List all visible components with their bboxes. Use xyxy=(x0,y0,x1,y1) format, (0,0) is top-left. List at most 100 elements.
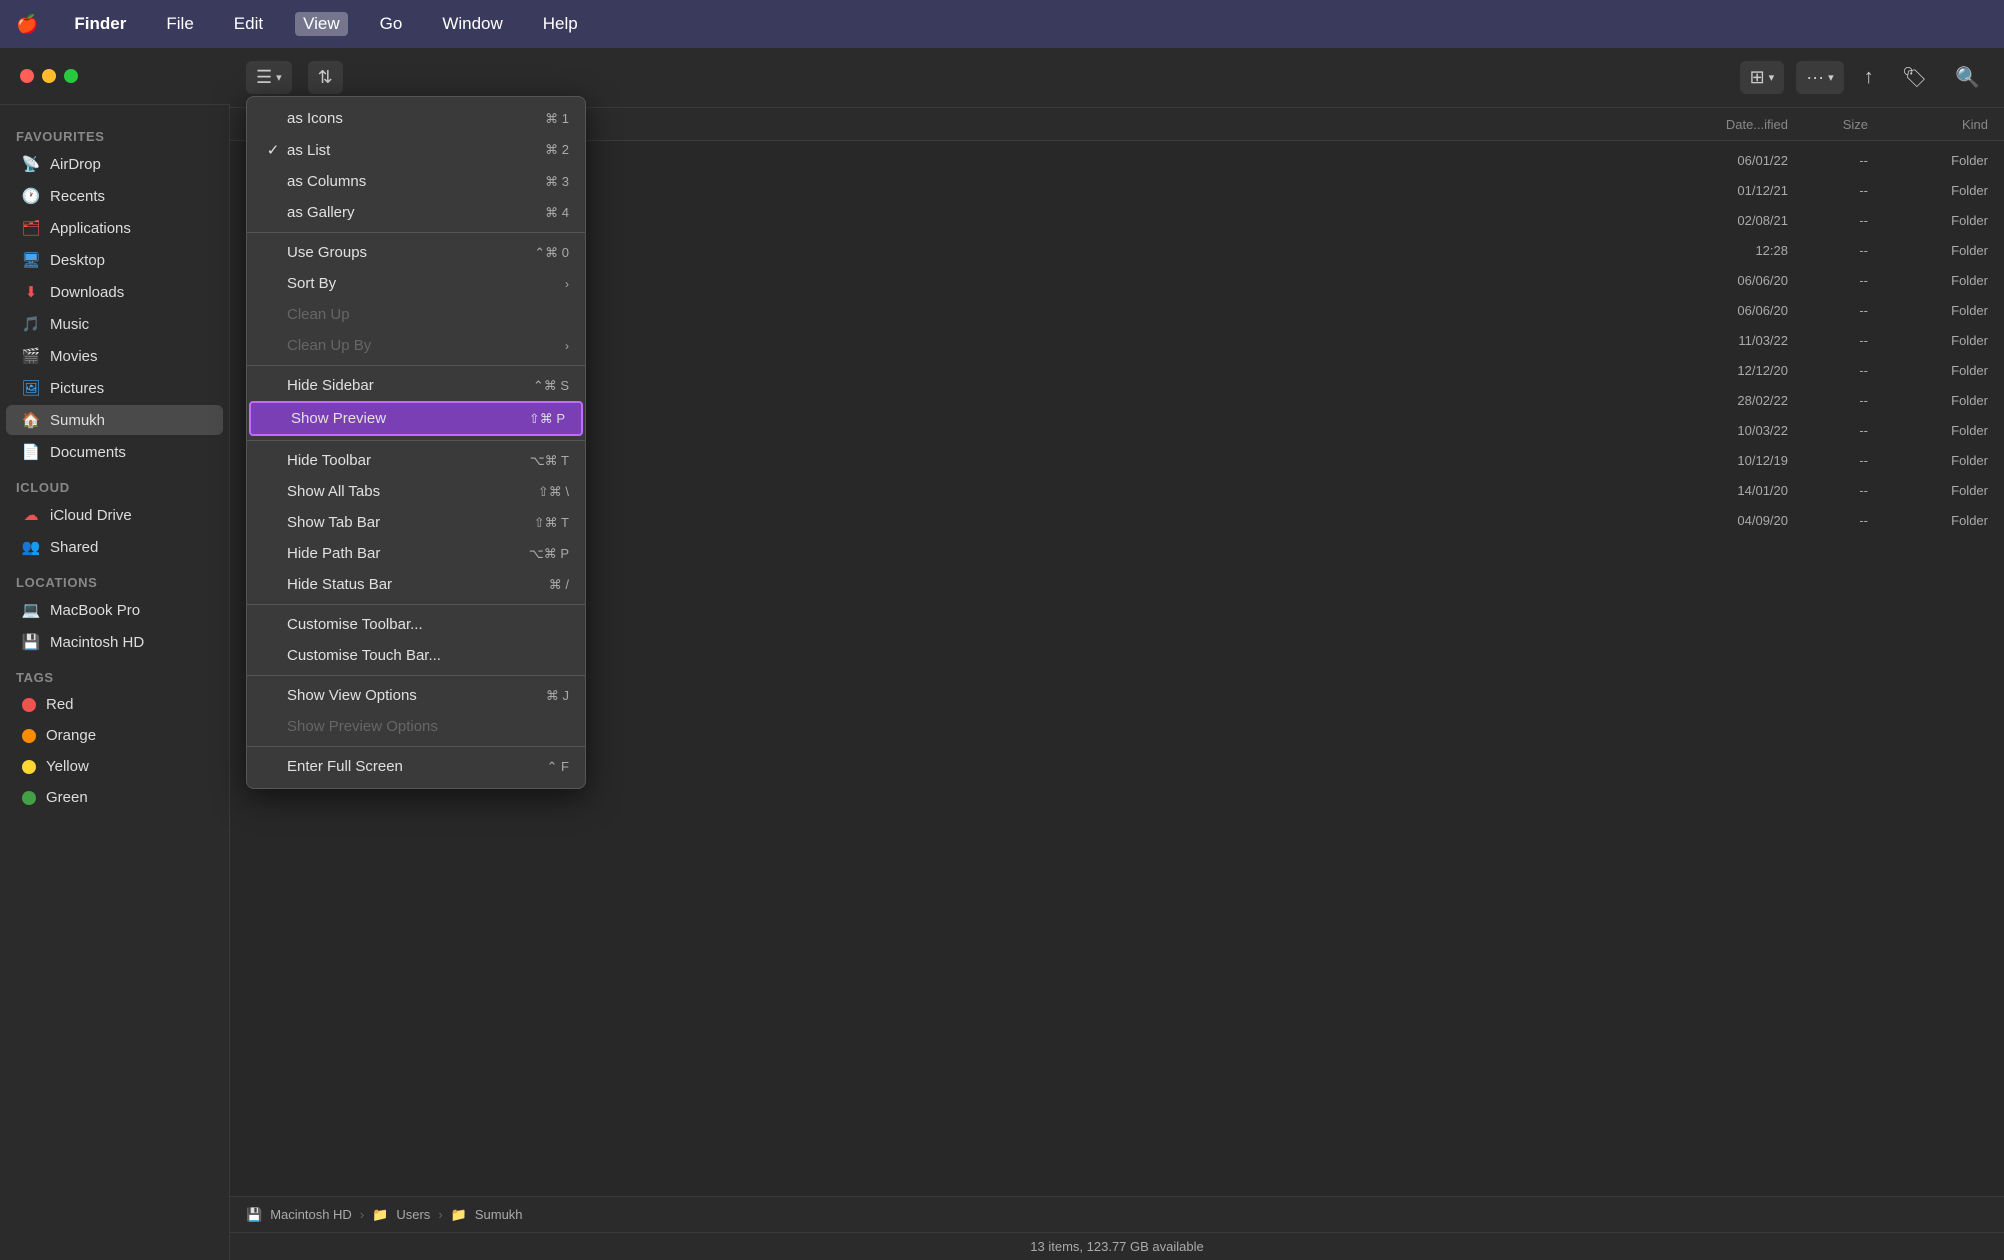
file-kind-cell: Folder xyxy=(1868,423,1988,438)
sidebar-item-desktop[interactable]: 🖥 Desktop xyxy=(6,245,223,275)
sidebar-item-downloads[interactable]: ⬇ Downloads xyxy=(6,277,223,307)
tag-red-dot xyxy=(22,698,36,712)
sidebar-label-movies: Movies xyxy=(50,348,98,365)
menu-divider-4 xyxy=(247,604,585,605)
sidebar-item-tag-yellow[interactable]: Yellow xyxy=(6,752,223,781)
menu-label-customise-toolbar: Customise Toolbar... xyxy=(263,616,569,633)
sidebar-item-recents[interactable]: 🕐 Recents xyxy=(6,181,223,211)
sidebar-item-documents[interactable]: 📄 Documents xyxy=(6,437,223,467)
file-kind-cell: Folder xyxy=(1868,363,1988,378)
menubar-help[interactable]: Help xyxy=(535,12,586,36)
shortcut-as-icons: ⌘ 1 xyxy=(545,111,569,127)
menu-item-use-groups[interactable]: Use Groups ⌃⌘ 0 xyxy=(247,237,585,268)
sidebar-item-macintosh-hd[interactable]: 💾 Macintosh HD xyxy=(6,627,223,657)
path-label-users: Users xyxy=(396,1207,430,1222)
file-date-cell: 28/02/22 xyxy=(1648,393,1788,408)
close-button[interactable] xyxy=(20,69,34,83)
action-dropdown-icon: ▾ xyxy=(1828,71,1834,84)
menu-item-show-view-options[interactable]: Show View Options ⌘ J xyxy=(247,680,585,711)
tag-button[interactable]: 🏷 xyxy=(1894,61,1935,94)
shortcut-show-view-options: ⌘ J xyxy=(546,688,569,704)
col-size-header[interactable]: Size xyxy=(1788,117,1868,132)
sidebar-item-icloud-drive[interactable]: ☁ iCloud Drive xyxy=(6,500,223,530)
col-date-header[interactable]: Date...ified xyxy=(1648,117,1788,132)
menu-item-hide-toolbar[interactable]: Hide Toolbar ⌥⌘ T xyxy=(247,445,585,476)
menubar-edit[interactable]: Edit xyxy=(226,12,271,36)
col-kind-header[interactable]: Kind xyxy=(1868,117,1988,132)
menu-item-hide-status-bar[interactable]: Hide Status Bar ⌘ / xyxy=(247,569,585,600)
menu-item-show-all-tabs[interactable]: Show All Tabs ⇧⌘ \ xyxy=(247,476,585,507)
sidebar-label-macbook-pro: MacBook Pro xyxy=(50,602,140,619)
sidebar-item-tag-orange[interactable]: Orange xyxy=(6,721,223,750)
minimize-button[interactable] xyxy=(42,69,56,83)
menu-label-show-view-options: Show View Options xyxy=(263,687,546,704)
grid-view-button[interactable]: ⊞ ▾ xyxy=(1740,61,1785,94)
sidebar-item-music[interactable]: 🎵 Music xyxy=(6,309,223,339)
share-button[interactable]: ↑ xyxy=(1856,62,1882,93)
shortcut-show-preview: ⇧⌘ P xyxy=(529,411,565,427)
sidebar-item-macbook-pro[interactable]: 💻 MacBook Pro xyxy=(6,595,223,625)
menubar-view[interactable]: View xyxy=(295,12,348,36)
menu-divider-1 xyxy=(247,232,585,233)
view-list-button[interactable]: ☰ ▾ xyxy=(246,61,292,94)
macintosh-hd-icon: 💾 xyxy=(22,633,40,651)
file-date-cell: 04/09/20 xyxy=(1648,513,1788,528)
sidebar-section-icloud: iCloud xyxy=(0,468,229,499)
status-bar: 13 items, 123.77 GB available xyxy=(230,1232,2004,1260)
sidebar-item-tag-green[interactable]: Green xyxy=(6,783,223,812)
menu-item-as-icons[interactable]: as Icons ⌘ 1 xyxy=(247,103,585,134)
menu-label-as-icons: as Icons xyxy=(283,110,545,127)
share-action-icon: ··· xyxy=(1806,67,1824,88)
toolbar-right: ⊞ ▾ ··· ▾ ↑ 🏷 🔍 xyxy=(1740,61,1988,94)
search-button[interactable]: 🔍 xyxy=(1947,61,1988,94)
sidebar-item-airdrop[interactable]: 📡 AirDrop xyxy=(6,149,223,179)
menubar-finder[interactable]: Finder xyxy=(66,12,134,36)
sidebar-label-tag-yellow: Yellow xyxy=(46,758,89,775)
share-action-button[interactable]: ··· ▾ xyxy=(1796,61,1844,94)
menu-item-customise-touch-bar[interactable]: Customise Touch Bar... xyxy=(247,640,585,671)
left-panel: Favourites 📡 AirDrop 🕐 Recents 🗂 Applica… xyxy=(0,48,230,1260)
view-toggle-button[interactable]: ⇅ xyxy=(308,61,343,94)
list-view-icon: ☰ xyxy=(256,67,272,88)
macbook-icon: 💻 xyxy=(22,601,40,619)
file-size-cell: -- xyxy=(1788,333,1868,348)
sidebar-item-sumukh[interactable]: 🏠 Sumukh xyxy=(6,405,223,435)
file-date-cell: 10/03/22 xyxy=(1648,423,1788,438)
sidebar-item-movies[interactable]: 🎬 Movies xyxy=(6,341,223,371)
menubar-window[interactable]: Window xyxy=(434,12,510,36)
menu-item-sort-by[interactable]: Sort By › xyxy=(247,268,585,299)
path-label-hd: Macintosh HD xyxy=(270,1207,352,1222)
sidebar-item-pictures[interactable]: 🖼 Pictures xyxy=(6,373,223,403)
sidebar-item-applications[interactable]: 🗂 Applications xyxy=(6,213,223,243)
file-size-cell: -- xyxy=(1788,303,1868,318)
menu-item-enter-full-screen[interactable]: Enter Full Screen ⌃ F xyxy=(247,751,585,782)
path-sep-2: › xyxy=(438,1207,442,1222)
menu-item-as-gallery[interactable]: as Gallery ⌘ 4 xyxy=(247,197,585,228)
file-date-cell: 01/12/21 xyxy=(1648,183,1788,198)
sidebar-item-tag-red[interactable]: Red xyxy=(6,690,223,719)
menubar-file[interactable]: File xyxy=(158,12,201,36)
maximize-button[interactable] xyxy=(64,69,78,83)
sidebar-item-shared[interactable]: 👥 Shared xyxy=(6,532,223,562)
pictures-icon: 🖼 xyxy=(22,379,40,397)
sidebar-label-music: Music xyxy=(50,316,89,333)
menu-label-clean-up: Clean Up xyxy=(263,306,569,323)
menu-item-show-tab-bar[interactable]: Show Tab Bar ⇧⌘ T xyxy=(247,507,585,538)
file-kind-cell: Folder xyxy=(1868,243,1988,258)
menu-item-as-columns[interactable]: as Columns ⌘ 3 xyxy=(247,166,585,197)
path-label-sumukh: Sumukh xyxy=(475,1207,523,1222)
menu-item-hide-sidebar[interactable]: Hide Sidebar ⌃⌘ S xyxy=(247,370,585,401)
recents-icon: 🕐 xyxy=(22,187,40,205)
file-date-cell: 06/01/22 xyxy=(1648,153,1788,168)
menu-item-customise-toolbar[interactable]: Customise Toolbar... xyxy=(247,609,585,640)
menu-item-hide-path-bar[interactable]: Hide Path Bar ⌥⌘ P xyxy=(247,538,585,569)
menubar-go[interactable]: Go xyxy=(372,12,411,36)
path-icon-users: 📁 xyxy=(372,1207,388,1223)
file-size-cell: -- xyxy=(1788,363,1868,378)
downloads-icon: ⬇ xyxy=(22,283,40,301)
apple-logo[interactable]: 🍎 xyxy=(16,14,38,35)
menu-item-show-preview[interactable]: Show Preview ⇧⌘ P xyxy=(249,401,583,436)
menu-item-as-list[interactable]: ✓ as List ⌘ 2 xyxy=(247,134,585,166)
view-menu: as Icons ⌘ 1 ✓ as List ⌘ 2 as Columns ⌘ … xyxy=(246,96,586,789)
menu-divider-3 xyxy=(247,440,585,441)
